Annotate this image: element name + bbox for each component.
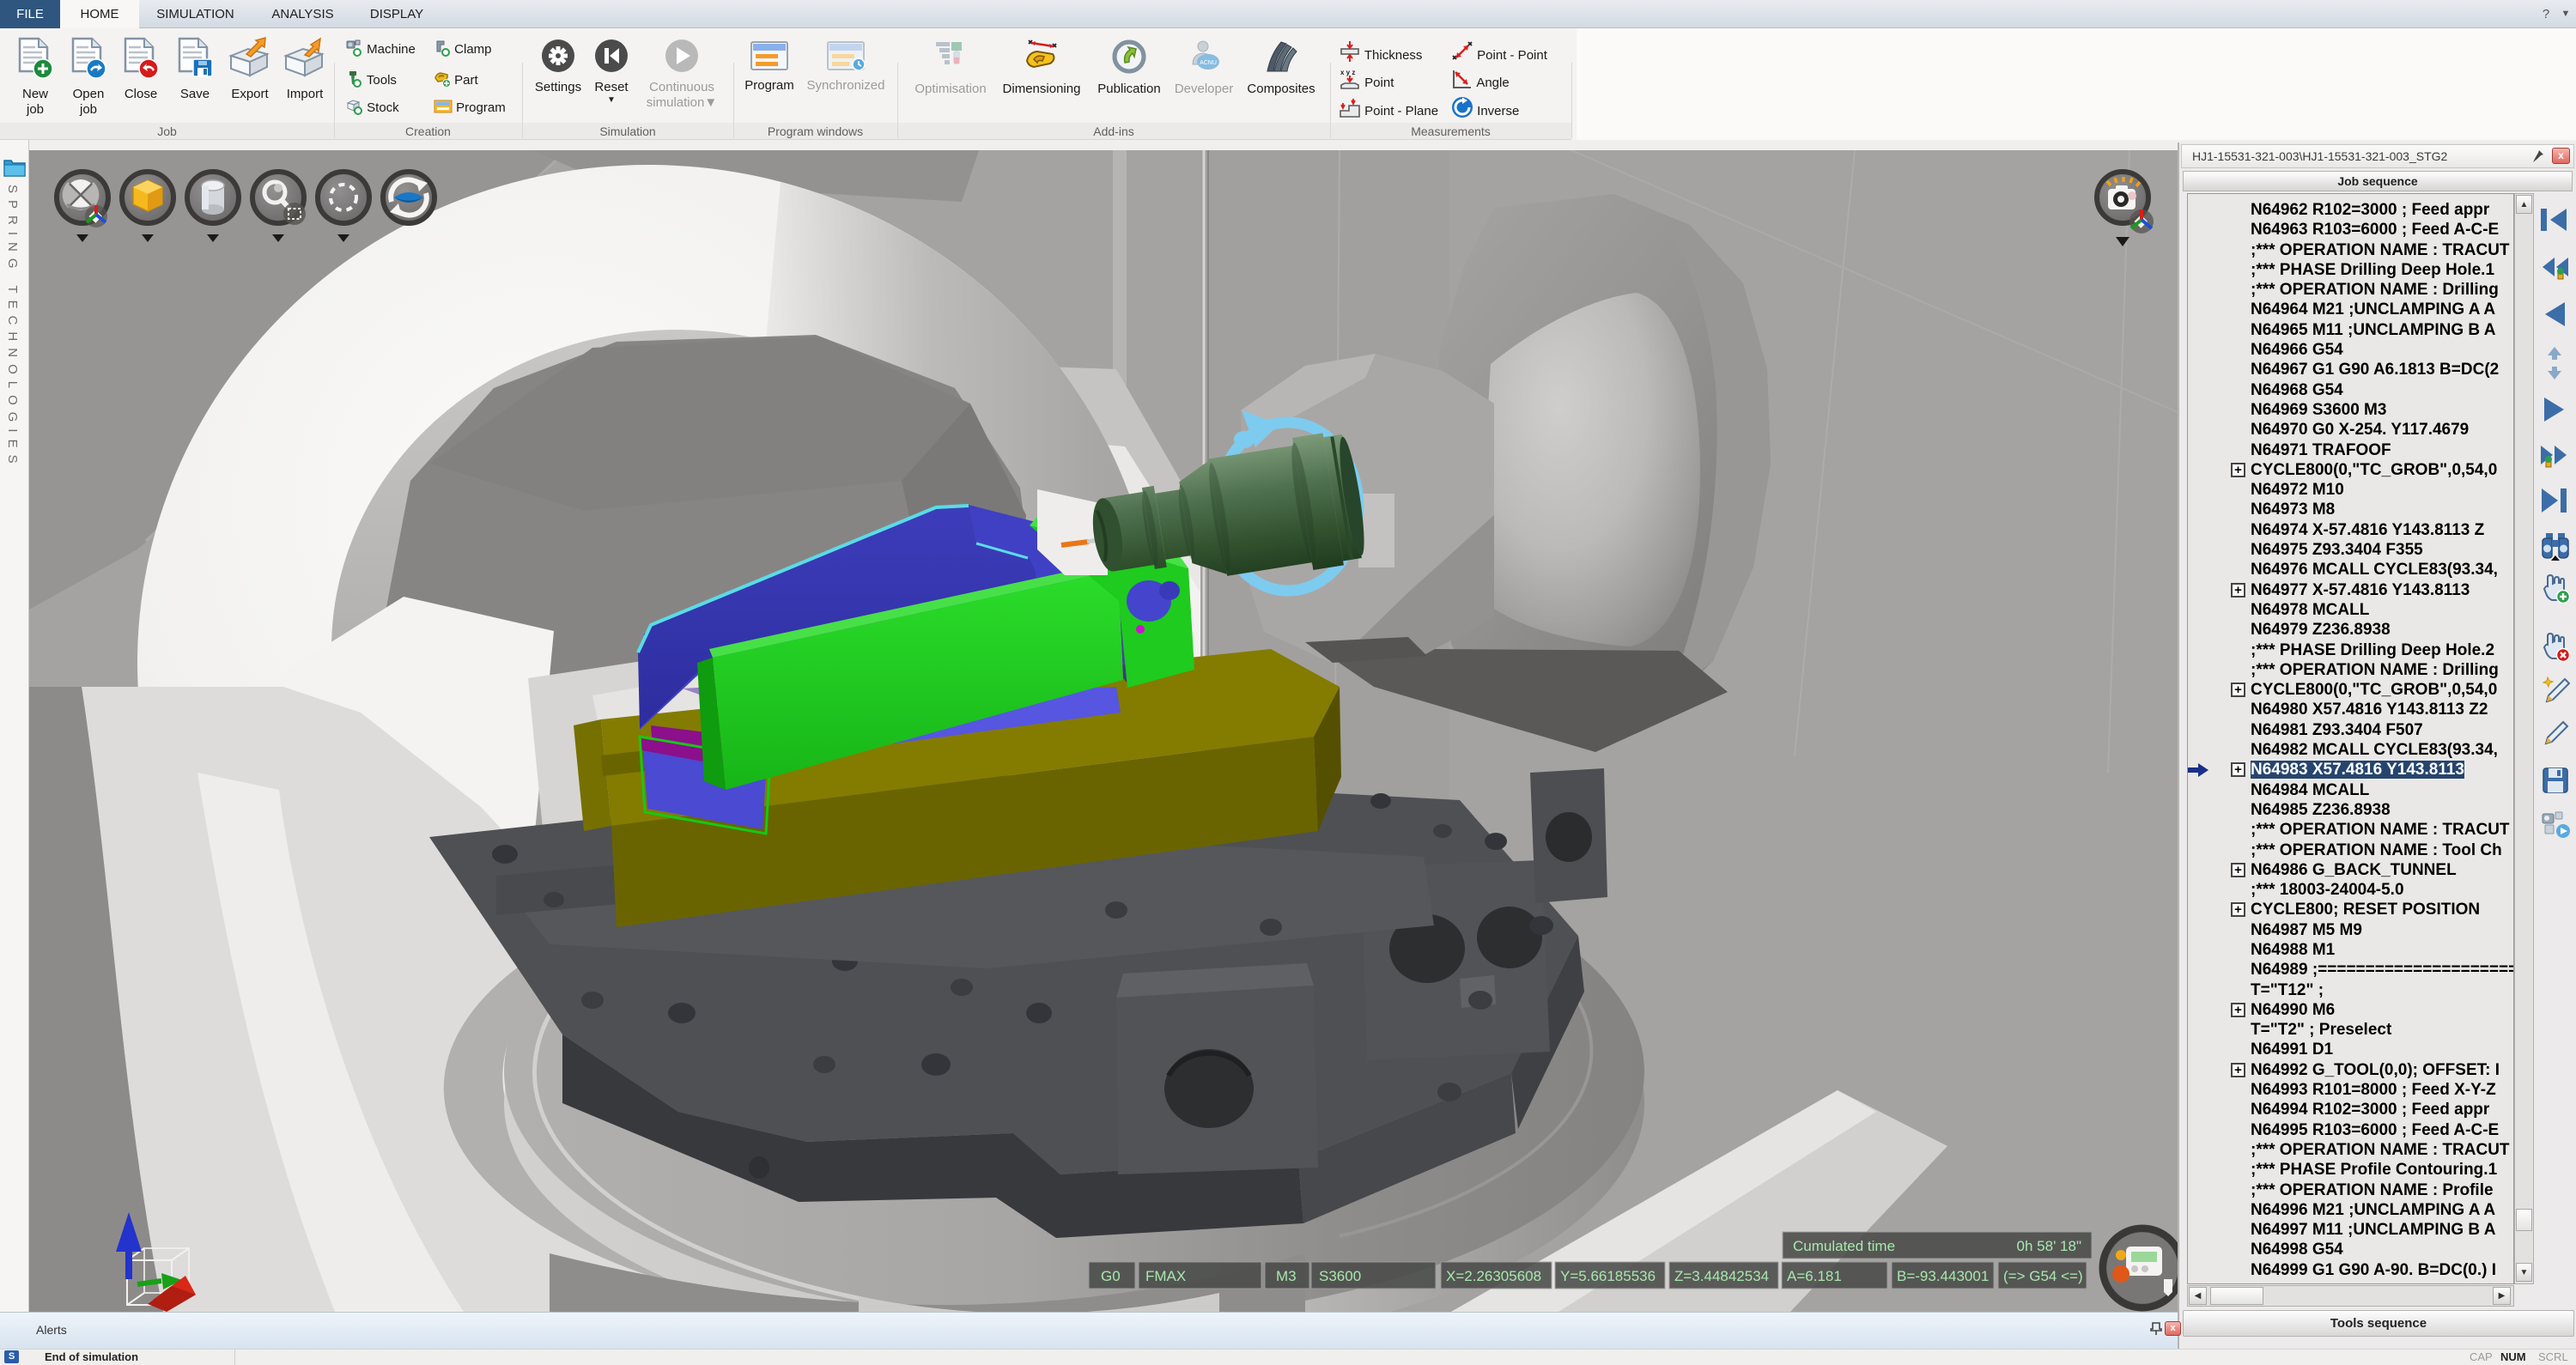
svg-text:S3600: S3600 bbox=[1319, 1268, 1361, 1284]
svg-text:Cumulated time: Cumulated time bbox=[1793, 1238, 1895, 1254]
svg-text:G0: G0 bbox=[1101, 1268, 1121, 1284]
svg-text:A=6.181: A=6.181 bbox=[1787, 1268, 1842, 1284]
svg-text:M3: M3 bbox=[1276, 1268, 1297, 1284]
svg-text:(=> G54 <=): (=> G54 <=) bbox=[2003, 1268, 2083, 1284]
svg-text:Z=3.44842534: Z=3.44842534 bbox=[1674, 1268, 1769, 1284]
svg-text:B=-93.443001: B=-93.443001 bbox=[1897, 1268, 1989, 1284]
svg-text:X=2.26305608: X=2.26305608 bbox=[1446, 1268, 1541, 1284]
svg-text:x y z: x y z bbox=[1340, 69, 1355, 76]
svg-text:0h 58' 18": 0h 58' 18" bbox=[2017, 1238, 2081, 1254]
svg-text:FMAX: FMAX bbox=[1145, 1268, 1186, 1284]
svg-text:ACNU: ACNU bbox=[1200, 60, 1217, 66]
svg-text:Y=5.66185536: Y=5.66185536 bbox=[1560, 1268, 1656, 1284]
